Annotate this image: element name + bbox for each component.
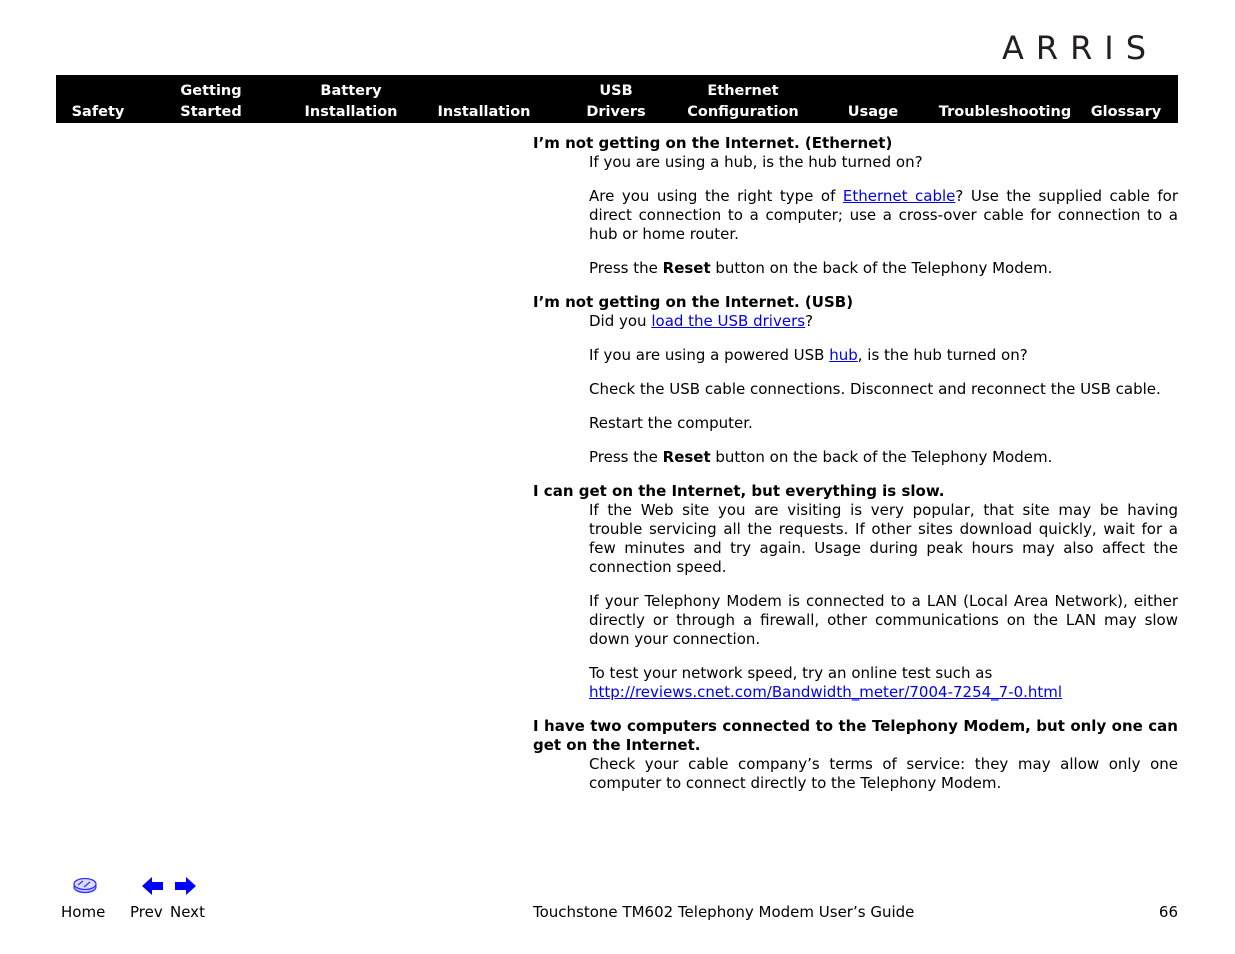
- answer-paragraph: Press the Reset button on the back of th…: [589, 448, 1053, 466]
- nav-label-line2: Started: [180, 104, 242, 120]
- answer-paragraph: If the Web site you are visiting is very…: [589, 501, 1178, 576]
- answer-paragraph: If you are using a hub, is the hub turne…: [589, 153, 923, 171]
- nav-label-line2: Troubleshooting: [938, 104, 1072, 120]
- answer-paragraph: If your Telephony Modem is connected to …: [589, 592, 1178, 648]
- bandwidth-meter-link[interactable]: http://reviews.cnet.com/Bandwidth_meter/…: [589, 683, 1062, 701]
- prev-link[interactable]: Prev: [130, 903, 163, 922]
- nav-label-line1: Ethernet: [707, 83, 779, 99]
- nav-troubleshooting[interactable]: Troubleshooting: [936, 81, 1074, 123]
- nav-label-line2: Usage: [847, 104, 899, 120]
- prev-arrow-icon[interactable]: [142, 877, 164, 895]
- answer-paragraph: Did you load the USB drivers?: [589, 312, 814, 330]
- nav-label-line1: USB: [599, 83, 633, 99]
- answer-paragraph: Restart the computer.: [589, 414, 753, 432]
- answer-block: Did you load the USB drivers? If you are…: [533, 312, 1178, 467]
- next-arrow-icon[interactable]: [174, 877, 196, 895]
- svg-text:ARRIS: ARRIS: [1002, 32, 1158, 62]
- home-link[interactable]: Home: [61, 903, 105, 922]
- nav-usage[interactable]: Usage: [836, 81, 910, 123]
- nav-battery-installation[interactable]: Battery Installation: [296, 81, 406, 123]
- nav-ethernet-configuration[interactable]: Ethernet Configuration: [682, 81, 804, 123]
- nav-label-line1: Battery: [320, 83, 382, 99]
- hub-link[interactable]: hub: [829, 346, 858, 364]
- question-heading: I’m not getting on the Internet. (USB): [533, 293, 854, 311]
- nav-label-line2: Safety: [71, 104, 125, 120]
- arris-logo: ARRIS: [982, 29, 1178, 67]
- answer-block: If the Web site you are visiting is very…: [533, 501, 1178, 702]
- home-icon[interactable]: [72, 877, 98, 894]
- nav-label-line2: Installation: [437, 104, 531, 120]
- question-heading: I’m not getting on the Internet. (Ethern…: [533, 134, 893, 152]
- arris-logo-mark: ARRIS: [1002, 29, 1158, 67]
- nav-label-line2: Configuration: [687, 104, 799, 120]
- ethernet-cable-link[interactable]: Ethernet cable: [843, 187, 956, 205]
- nav-label-line2: Glossary: [1090, 104, 1162, 120]
- nav-label-line1: Getting: [180, 83, 242, 99]
- nav-label-line1: [1088, 81, 1164, 102]
- page-number: 66: [1158, 903, 1178, 921]
- answer-paragraph: Press the Reset button on the back of th…: [589, 259, 1053, 277]
- nav-usb-drivers[interactable]: USB Drivers: [576, 81, 656, 123]
- answer-block: Check your cable company’s terms of serv…: [533, 755, 1178, 793]
- nav-safety[interactable]: Safety: [60, 81, 136, 123]
- nav-glossary[interactable]: Glossary: [1088, 81, 1164, 123]
- nav-label-line2: Drivers: [586, 104, 646, 120]
- load-usb-drivers-link[interactable]: load the USB drivers: [651, 312, 805, 330]
- answer-paragraph: If you are using a powered USB hub, is t…: [589, 346, 1028, 364]
- guide-title: Touchstone TM602 Telephony Modem User’s …: [533, 903, 915, 921]
- troubleshooting-content: I’m not getting on the Internet. (Ethern…: [533, 134, 1178, 793]
- nav-label-line1: [936, 81, 1074, 102]
- nav-getting-started[interactable]: Getting Started: [166, 81, 256, 123]
- question-heading: I have two computers connected to the Te…: [533, 717, 1178, 754]
- nav-installation[interactable]: Installation: [429, 81, 539, 123]
- answer-block: If you are using a hub, is the hub turne…: [533, 153, 1178, 278]
- nav-label-line1: [60, 81, 136, 102]
- nav-label-line2: Installation: [304, 104, 398, 120]
- answer-paragraph: Check the USB cable connections. Disconn…: [589, 380, 1161, 398]
- answer-paragraph: To test your network speed, try an onlin…: [589, 664, 1063, 701]
- answer-paragraph: Check your cable company’s terms of serv…: [589, 755, 1178, 792]
- top-navigation: Safety Getting Started Battery Installat…: [56, 75, 1178, 123]
- question-heading: I can get on the Internet, but everythin…: [533, 482, 945, 500]
- next-link[interactable]: Next: [170, 903, 205, 922]
- nav-label-line1: [836, 81, 910, 102]
- answer-paragraph: Are you using the right type of Ethernet…: [589, 187, 1179, 243]
- nav-label-line1: [429, 81, 539, 102]
